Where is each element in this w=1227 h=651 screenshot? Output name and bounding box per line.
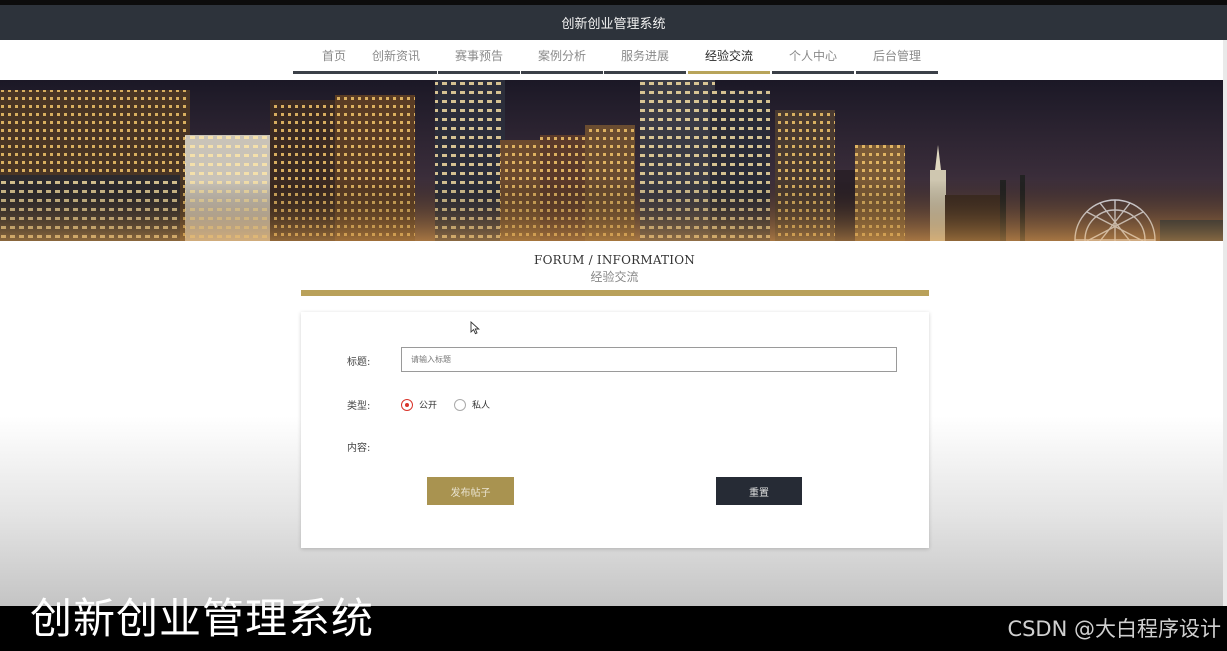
section-divider: [301, 290, 929, 296]
type-option-public-label: 公开: [419, 401, 438, 411]
type-option-private-label: 私人: [472, 401, 491, 411]
nav-service-progress[interactable]: 服务进展: [604, 40, 686, 74]
mouse-pointer-icon: [470, 321, 480, 335]
type-radio-public[interactable]: 公开: [401, 398, 437, 411]
csdn-watermark: CSDN @大白程序设计: [1007, 617, 1221, 641]
nav-case-analysis[interactable]: 案例分析: [521, 40, 603, 74]
reset-button[interactable]: 重置: [716, 477, 802, 505]
content-label: 内容:: [347, 443, 371, 454]
title-label: 标题:: [347, 357, 371, 368]
video-caption: 创新创业管理系统: [30, 594, 375, 643]
radio-unchecked-icon[interactable]: [454, 398, 466, 411]
type-label: 类型:: [347, 401, 371, 412]
nav-admin[interactable]: 后台管理: [856, 40, 938, 74]
nav-experience-exchange[interactable]: 经验交流: [688, 40, 770, 74]
site-header: 创新创业管理系统: [0, 5, 1227, 40]
section-title-zh: 经验交流: [590, 270, 639, 284]
publish-post-button[interactable]: 发布帖子: [427, 477, 514, 505]
scrollbar-track[interactable]: [1223, 40, 1227, 606]
radio-checked-icon[interactable]: [401, 398, 413, 411]
type-radio-private[interactable]: 私人: [454, 398, 490, 411]
city-night-skyline-image: [0, 80, 1227, 241]
nav-innovation-news[interactable]: 创新资讯: [355, 40, 437, 74]
nav-personal-center[interactable]: 个人中心: [772, 40, 854, 74]
post-form: 标题: 类型: 公开 私人 内容: 发布帖子 重置: [301, 312, 929, 548]
section-heading: FORUM / INFORMATION 经验交流: [300, 253, 929, 285]
main-nav: 首页 创新资讯 赛事预告 案例分析 服务进展 经验交流 个人中心 后台管理: [0, 40, 1227, 80]
city-skyline-banner: [0, 80, 1227, 241]
nav-competition-preview[interactable]: 赛事预告: [438, 40, 520, 74]
site-title: 创新创业管理系统: [561, 17, 666, 32]
section-title-en: FORUM / INFORMATION: [534, 253, 695, 267]
title-input[interactable]: [401, 347, 897, 372]
